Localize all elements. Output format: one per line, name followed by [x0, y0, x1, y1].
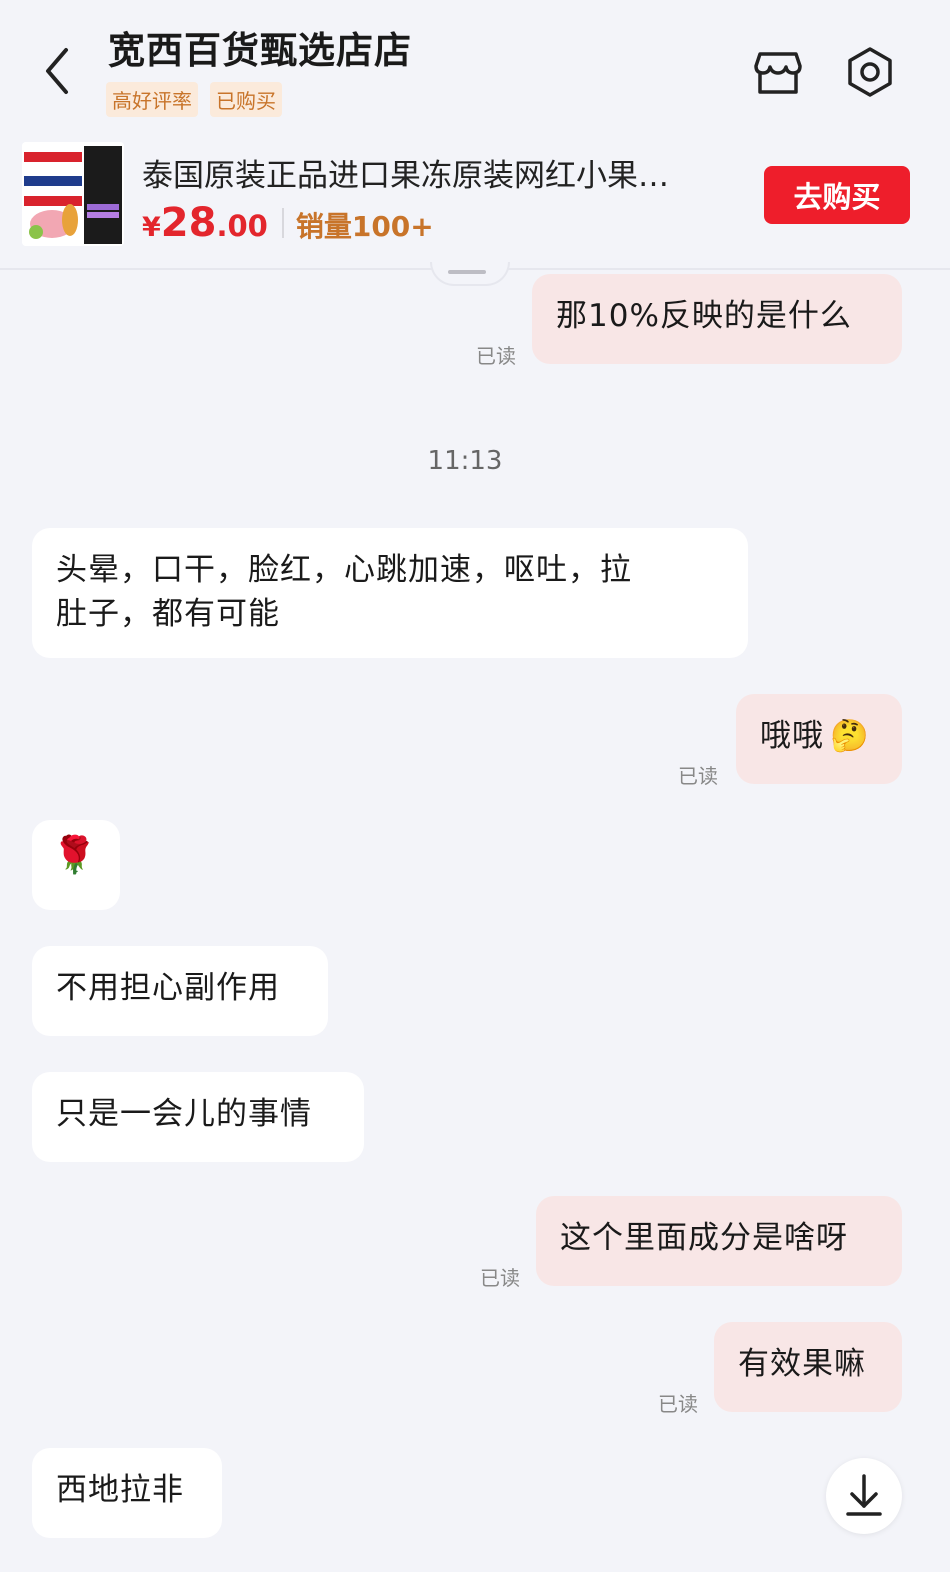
chat-header: 宽西百货甄选店店 高好评率 已购买	[0, 0, 950, 128]
message-outgoing[interactable]: 那10%反映的是什么	[532, 274, 902, 364]
read-status: 已读	[658, 1392, 698, 1416]
scroll-to-bottom-button[interactable]	[826, 1458, 902, 1534]
store-icon	[754, 52, 802, 94]
shop-name[interactable]: 宽西百货甄选店店	[108, 20, 412, 74]
product-image-icon	[22, 142, 124, 246]
message-text: 西地拉非	[56, 1472, 184, 1508]
message-outgoing[interactable]: 有效果嘛	[714, 1322, 902, 1412]
scroll-down-icon	[846, 1474, 882, 1516]
settings-button[interactable]	[842, 44, 898, 100]
read-status: 已读	[480, 1266, 520, 1290]
settings-icon	[848, 47, 892, 97]
read-status: 已读	[678, 764, 718, 788]
price-decimal: .00	[216, 209, 268, 243]
sales-count: 销量100+	[295, 210, 434, 243]
message-text: 只是一会儿的事情	[56, 1096, 312, 1132]
message-text: 不用担心副作用	[56, 970, 280, 1006]
message-text: 有效果嘛	[738, 1346, 866, 1382]
product-thumbnail[interactable]	[22, 142, 124, 246]
message-text-line: 头晕，口干，脸红，心跳加速，呕吐，拉	[56, 552, 632, 588]
back-button[interactable]	[38, 44, 78, 98]
read-status: 已读	[476, 344, 516, 368]
message-text: 这个里面成分是啥呀	[560, 1220, 848, 1256]
product-card[interactable]: 泰国原装正品进口果冻原装网红小果… ¥28.00 销量100+ 去购买	[0, 128, 950, 270]
product-title[interactable]: 泰国原装正品进口果冻原装网红小果…	[142, 150, 669, 195]
message-incoming-sticker[interactable]: 🌹	[32, 820, 120, 910]
message-incoming[interactable]: 西地拉非	[32, 1448, 222, 1538]
message-outgoing[interactable]: 这个里面成分是啥呀	[536, 1196, 902, 1286]
tag-purchased: 已购买	[210, 82, 282, 117]
shop-tags: 高好评率 已购买	[106, 82, 282, 117]
back-icon	[46, 48, 68, 94]
price-currency: ¥	[142, 212, 161, 243]
buy-button[interactable]: 去购买	[764, 166, 910, 224]
message-text-line: 肚子，都有可能	[56, 596, 280, 632]
tag-high-rating: 高好评率	[106, 82, 198, 117]
message-outgoing[interactable]: 哦哦 🤔	[736, 694, 902, 784]
product-price: ¥28.00	[142, 200, 268, 246]
price-integer: 28	[160, 200, 217, 246]
collapse-handle[interactable]	[430, 262, 510, 286]
message-timestamp: 11:13	[427, 446, 503, 476]
collapse-handle-bar	[448, 270, 486, 274]
message-incoming[interactable]: 头晕，口干，脸红，心跳加速，呕吐，拉 肚子，都有可能	[32, 528, 748, 658]
rose-icon: 🌹	[52, 835, 98, 876]
store-button[interactable]	[752, 46, 804, 98]
price-divider	[281, 208, 284, 238]
price-row: ¥28.00 销量100+	[142, 200, 434, 246]
message-text: 那10%反映的是什么	[556, 298, 852, 334]
thinking-face-icon: 🤔	[830, 718, 870, 754]
message-text: 哦哦	[760, 718, 824, 754]
message-incoming[interactable]: 不用担心副作用	[32, 946, 328, 1036]
message-incoming[interactable]: 只是一会儿的事情	[32, 1072, 364, 1162]
